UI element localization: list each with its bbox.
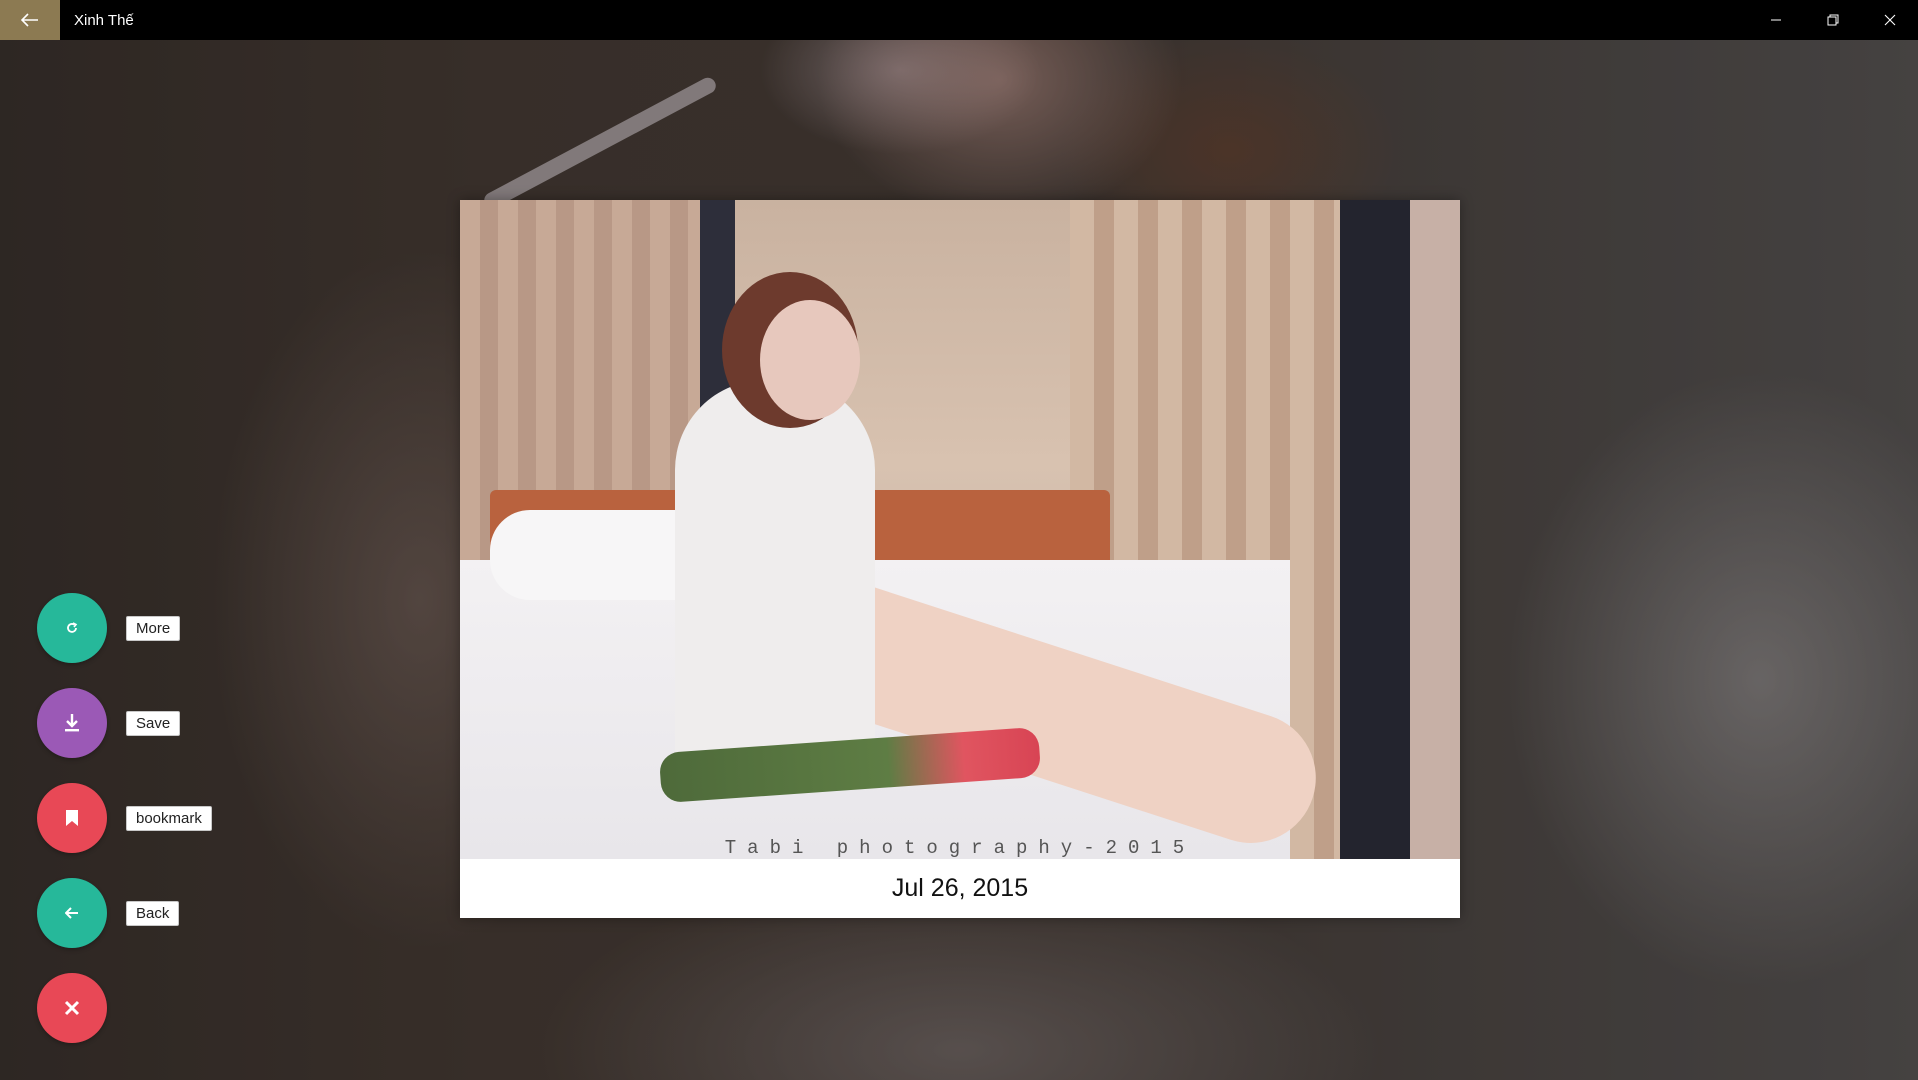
- bookmark-icon: [66, 810, 78, 826]
- window-title: Xinh Thế: [74, 11, 134, 29]
- close-action: [37, 973, 107, 1043]
- photo-figure-head: [760, 300, 860, 420]
- more-label: More: [126, 615, 181, 641]
- save-button[interactable]: [37, 688, 107, 758]
- minimize-icon: [1770, 19, 1781, 21]
- save-label: Save: [126, 710, 181, 736]
- more-action: More: [37, 593, 181, 663]
- refresh-icon: [67, 622, 78, 633]
- background-feather-wand: [481, 74, 719, 212]
- window-controls: [1747, 0, 1918, 40]
- bookmark-label: bookmark: [126, 805, 212, 831]
- download-icon: [65, 714, 79, 732]
- more-button[interactable]: [37, 593, 107, 663]
- photo-date: Jul 26, 2015: [891, 874, 1029, 902]
- photo-curtain-dark: [1340, 200, 1410, 859]
- bookmark-button[interactable]: [37, 783, 107, 853]
- close-window-button[interactable]: [1861, 0, 1918, 40]
- close-icon: [1884, 14, 1895, 26]
- title-bar: Xinh Thế: [0, 0, 1918, 40]
- arrow-left-icon: [21, 13, 38, 27]
- photo-curtain: [1410, 200, 1460, 859]
- photo[interactable]: Tabi photography-2015: [460, 200, 1460, 859]
- minimize-button[interactable]: [1747, 0, 1804, 40]
- restore-icon: [1827, 14, 1838, 26]
- arrow-left-icon: [65, 907, 78, 919]
- back-button[interactable]: [37, 878, 107, 948]
- bookmark-action: bookmark: [37, 783, 212, 853]
- photo-figure-body: [675, 380, 875, 780]
- restore-button[interactable]: [1804, 0, 1861, 40]
- save-action: Save: [37, 688, 181, 758]
- photo-watermark: Tabi photography-2015: [724, 837, 1196, 859]
- close-icon: [64, 1000, 80, 1016]
- back-label: Back: [126, 900, 180, 926]
- back-action: Back: [37, 878, 180, 948]
- titlebar-back-button[interactable]: [0, 0, 60, 40]
- photo-card: Tabi photography-2015 Jul 26, 2015: [460, 200, 1460, 918]
- close-menu-button[interactable]: [37, 973, 107, 1043]
